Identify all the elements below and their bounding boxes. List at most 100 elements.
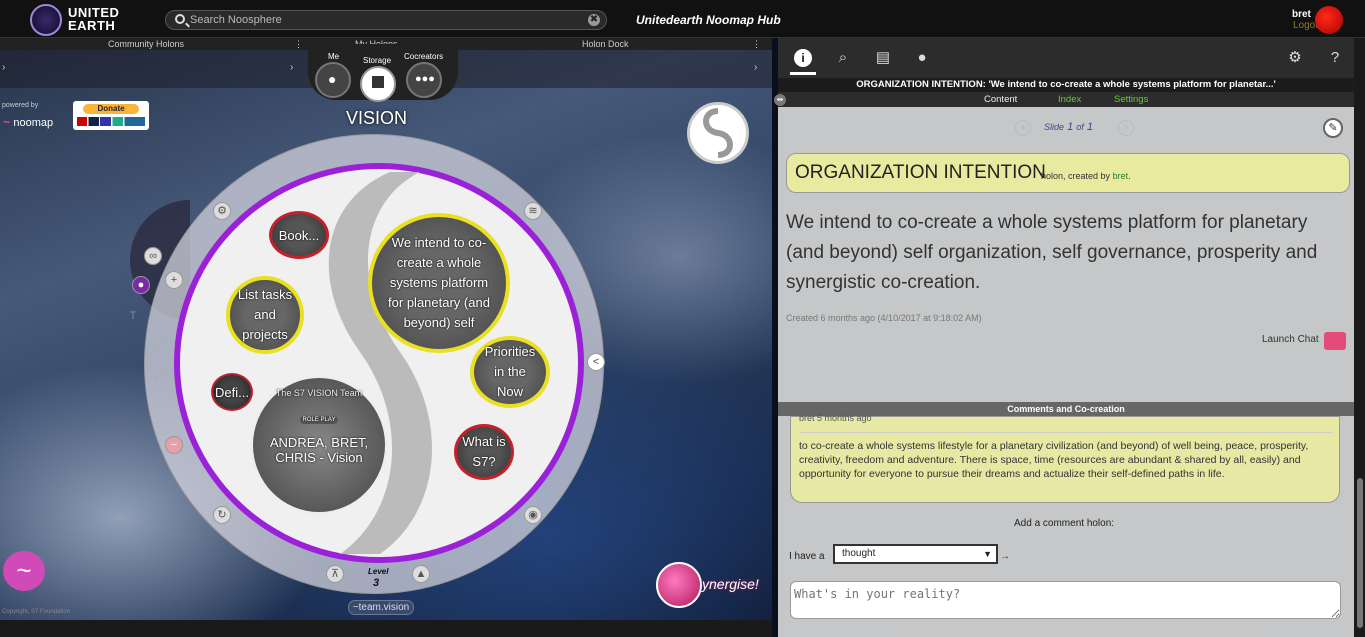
comment-type-select[interactable]: thought ▼ [833, 544, 998, 564]
me-button[interactable]: ● [315, 62, 351, 98]
holon-dock-tab[interactable]: Holon Dock [582, 39, 629, 49]
panel-header-title: ORGANIZATION INTENTION: 'We intend to co… [778, 78, 1354, 92]
tab-content[interactable]: Content [984, 94, 1017, 105]
synergise-label[interactable]: ynergise! [702, 576, 759, 592]
created-by-prefix: holon, created by [1041, 171, 1111, 181]
community-menu-icon[interactable]: ⋮ [294, 39, 303, 50]
brand-line-2: EARTH [68, 18, 116, 33]
s7-wave-logo-icon[interactable]: ~ [3, 551, 45, 591]
role-play-badge: ROLE PLAY [299, 416, 339, 424]
clear-search-icon[interactable]: ✖ [588, 14, 600, 26]
holon-creator: holon, created by bret. [1041, 171, 1131, 181]
donate-widget[interactable]: Donate [73, 101, 149, 130]
noomap-brand: noomap [13, 117, 54, 129]
collapse-panel-icon[interactable]: ⇹ [774, 94, 786, 106]
holon-team-vision[interactable]: The S7 VISION Team ROLE PLAY ANDREA, BRE… [250, 375, 388, 515]
holon-path-tag[interactable]: ~team.vision [348, 600, 414, 615]
storage-label: Storage [363, 56, 392, 65]
level-up-icon[interactable]: ▲ [412, 565, 430, 583]
united-earth-logo-icon[interactable] [30, 4, 62, 36]
scrollbar-thumb[interactable] [1357, 478, 1363, 628]
user-name: bret [1292, 9, 1311, 20]
my-holons-scroll-icon[interactable]: › [290, 62, 293, 73]
holon-label: Defi... [215, 384, 249, 400]
slide-total: 1 [1086, 121, 1093, 133]
panel-subtabs: Content Index Settings [778, 92, 1354, 107]
dock-menu-icon[interactable]: ⋮ [752, 39, 761, 50]
person-icon: ● [328, 71, 337, 87]
slide-navigator: ‹ Slide 1 of 1 › [1015, 120, 1135, 136]
community-holons-tab[interactable]: Community Holons [108, 39, 184, 49]
holon-book[interactable]: Book... [269, 211, 329, 259]
cocreators-button[interactable]: ●●● [406, 62, 442, 98]
prev-slide-icon[interactable]: ‹ [1015, 120, 1031, 136]
dock-scroll-left-icon[interactable]: › [2, 62, 5, 73]
arrow-right-icon: → [1000, 551, 1010, 562]
active-tab-indicator [790, 72, 816, 75]
holon-what-is-s7[interactable]: What is S7? [454, 424, 514, 480]
s7-logo[interactable] [687, 102, 749, 164]
dock-scroll-right-icon[interactable]: › [754, 62, 757, 73]
add-comment-label: Add a comment holon: [1014, 518, 1115, 529]
search-input[interactable] [190, 12, 580, 28]
holon-layers-icon[interactable]: ≋ [524, 202, 542, 220]
info-icon[interactable]: i [794, 49, 812, 67]
divider [799, 432, 1333, 433]
copyright: Copyright, S7 Foundation [2, 609, 71, 615]
payment-cards-icon [77, 117, 145, 126]
tab-index[interactable]: Index [1058, 94, 1081, 105]
newspaper-icon[interactable]: ▤ [874, 49, 892, 67]
archive-icon [372, 76, 384, 88]
text-tool-icon[interactable]: T [124, 308, 142, 326]
panel-scrollbar[interactable] [1354, 38, 1365, 637]
remove-icon[interactable]: − [165, 436, 183, 454]
map-footer-bar [0, 620, 772, 637]
hub-title: Unitedearth Noomap Hub [636, 13, 781, 27]
current-holon-title: VISION [346, 108, 408, 128]
holon-list-tasks[interactable]: List tasks and projects [226, 276, 304, 354]
holon-type-title: ORGANIZATION INTENTION [795, 162, 1046, 183]
team-banner: The S7 VISION Team [275, 388, 363, 398]
chat-bubbles-icon[interactable]: ● [913, 49, 931, 67]
synergise-logo-icon[interactable] [656, 562, 702, 608]
me-label: Me [328, 52, 340, 61]
connect-icon[interactable]: ⤢ [149, 369, 167, 387]
holon-label: ANDREA, BRET, CHRIS - Vision [269, 435, 369, 465]
add-holon-icon[interactable]: + [165, 271, 183, 289]
chat-icon[interactable] [1324, 332, 1346, 350]
donate-button[interactable]: Donate [83, 104, 139, 114]
level-down-icon[interactable]: ⊼ [326, 565, 344, 583]
holon-intention[interactable]: We intend to co-create a whole systems p… [368, 213, 510, 353]
slide-current: 1 [1067, 121, 1074, 133]
comment-card: bret 5 months ago to co-create a whole s… [790, 413, 1340, 503]
powered-by-label: powered by [2, 102, 39, 109]
resize-icon[interactable]: ⤢ [149, 337, 167, 355]
comment-input[interactable] [790, 581, 1341, 619]
level-value: 3 [373, 577, 380, 589]
search-panel-icon[interactable]: ⌕ [834, 49, 852, 67]
top-bar: UNITED EARTH ✖ Unitedearth Noomap Hub br… [0, 0, 1365, 38]
next-slide-icon[interactable]: › [1118, 120, 1134, 136]
creator-link[interactable]: bret [1113, 171, 1129, 181]
holon-type-box: ORGANIZATION INTENTION holon, created by… [786, 153, 1350, 193]
noomap-logo[interactable]: ~ noomap [3, 115, 53, 129]
launch-chat-link[interactable]: Launch Chat [1262, 334, 1319, 345]
refresh-icon[interactable]: ↻ [213, 506, 231, 524]
avatar[interactable] [1315, 6, 1343, 34]
holon-priorities[interactable]: Priorities in the Now [470, 336, 550, 408]
storage-button[interactable] [360, 66, 396, 102]
group-icon: ●●● [415, 73, 435, 85]
link-icon[interactable]: ∞ [144, 247, 162, 265]
help-icon[interactable]: ? [1326, 49, 1344, 67]
share-icon[interactable]: < [587, 353, 605, 371]
color-picker-icon[interactable]: ● [132, 276, 150, 294]
my-holons-switcher: Me Storage Cocreators ● ●●● [308, 44, 458, 102]
tab-settings[interactable]: Settings [1114, 94, 1148, 105]
gear-icon[interactable]: ⚙ [1286, 49, 1304, 67]
holon-settings-icon[interactable]: ⚙ [213, 202, 231, 220]
view-eye-icon[interactable]: ◉ [524, 506, 542, 524]
slide-counter: Slide 1 of 1 [1044, 121, 1093, 133]
holon-label: We intend to co-create a whole systems p… [388, 235, 490, 330]
edit-icon[interactable]: ✎ [1323, 118, 1343, 138]
holon-definitions[interactable]: Defi... [211, 373, 253, 411]
